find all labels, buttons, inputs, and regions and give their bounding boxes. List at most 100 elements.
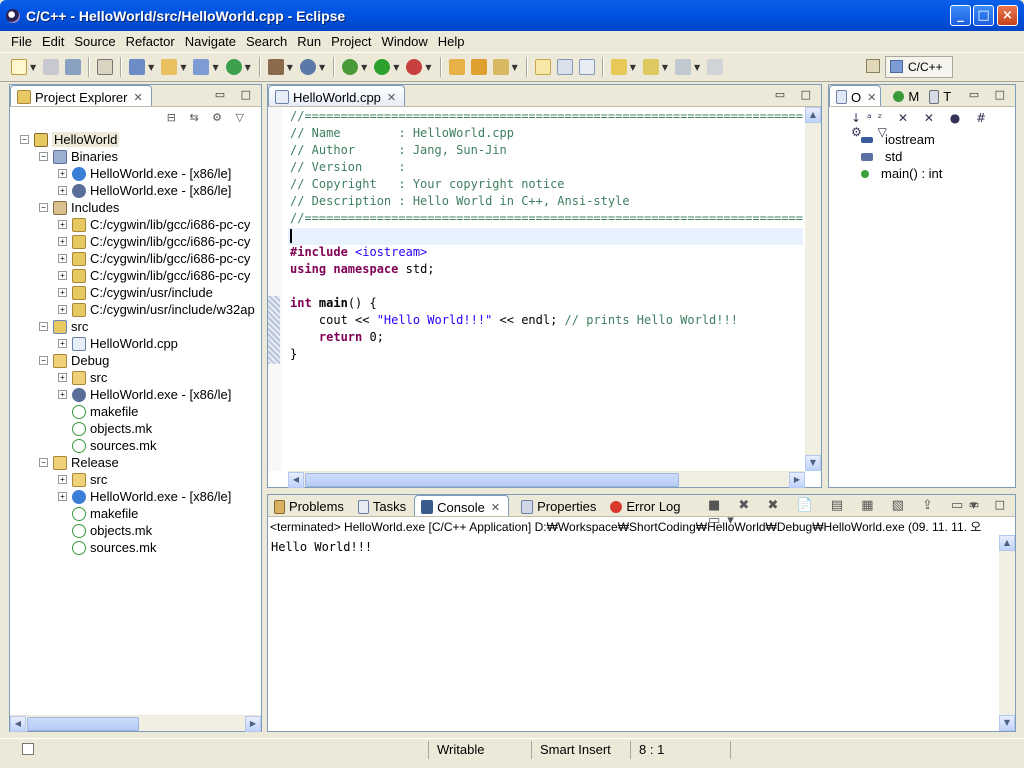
tree-item[interactable]: + HelloWorld.exe - [x86/le] bbox=[58, 386, 231, 403]
outline-min-max-icons[interactable]: ▭ □ bbox=[969, 88, 1011, 101]
tree-item[interactable]: makefile bbox=[58, 403, 138, 420]
tree-item[interactable]: + HelloWorld.exe - [x86/le] bbox=[58, 182, 231, 199]
run-icon[interactable] bbox=[374, 59, 391, 75]
editor-vscrollbar[interactable]: ▲ ▼ bbox=[805, 107, 821, 471]
print-icon[interactable] bbox=[65, 59, 82, 75]
menu-refactor[interactable]: Refactor bbox=[121, 34, 180, 49]
close-icon[interactable]: ✕ bbox=[387, 91, 396, 104]
explorer-hscrollbar[interactable]: ◀ ▶ bbox=[10, 715, 261, 732]
block-selection-icon[interactable] bbox=[556, 59, 573, 75]
close-icon[interactable]: ✕ bbox=[491, 501, 500, 514]
tree-item[interactable]: objects.mk bbox=[58, 420, 152, 437]
tree-item[interactable]: objects.mk bbox=[58, 522, 152, 539]
expand-icon[interactable]: + bbox=[58, 169, 67, 178]
expand-icon[interactable]: + bbox=[58, 339, 67, 348]
tree-item[interactable]: + src bbox=[58, 471, 107, 488]
collapse-icon[interactable]: − bbox=[39, 322, 48, 331]
tree-item[interactable]: + C:/cygwin/lib/gcc/i686-pc-cy bbox=[58, 250, 250, 267]
tree-item[interactable]: − Debug bbox=[39, 352, 109, 369]
tree-item[interactable]: sources.mk bbox=[58, 539, 156, 556]
tab-problems[interactable]: Problems bbox=[268, 495, 352, 516]
view-min-max-icons[interactable]: ▭ □ bbox=[215, 88, 257, 101]
expand-icon[interactable]: + bbox=[58, 186, 67, 195]
tab-error-log[interactable]: Error Log bbox=[604, 495, 688, 516]
expand-icon[interactable]: + bbox=[58, 492, 67, 501]
open-element-icon[interactable] bbox=[470, 59, 487, 75]
new-icon[interactable] bbox=[11, 59, 27, 75]
collapse-icon[interactable]: − bbox=[20, 135, 29, 144]
code-editor[interactable]: //======================================… bbox=[288, 108, 803, 471]
debug-icon[interactable] bbox=[342, 59, 359, 75]
external-tools-icon[interactable] bbox=[406, 59, 423, 75]
explorer-view-toolbar[interactable]: ⊟ ⇆ ⚙ ▽ bbox=[167, 111, 249, 124]
editor-hscrollbar[interactable]: ◀ ▶ bbox=[288, 471, 805, 488]
mark-occurrences-icon[interactable] bbox=[534, 59, 551, 75]
collapse-icon[interactable]: − bbox=[39, 458, 48, 467]
menu-project[interactable]: Project bbox=[326, 34, 376, 49]
tree-item[interactable]: + HelloWorld.cpp bbox=[58, 335, 178, 352]
collapse-icon[interactable]: − bbox=[39, 203, 48, 212]
close-window-button[interactable]: × bbox=[997, 5, 1018, 26]
collapse-icon[interactable]: − bbox=[39, 356, 48, 365]
tree-item[interactable]: − HelloWorld bbox=[20, 131, 120, 148]
build-config-icon[interactable] bbox=[299, 59, 316, 75]
new-source-folder-icon[interactable] bbox=[161, 59, 178, 75]
tree-item[interactable]: − Release bbox=[39, 454, 119, 471]
fast-view-icon[interactable] bbox=[22, 743, 34, 755]
console-output[interactable]: Hello World!!! bbox=[271, 540, 372, 554]
tab-console[interactable]: Console ✕ bbox=[414, 495, 510, 516]
menu-help[interactable]: Help bbox=[433, 34, 470, 49]
build-all-icon[interactable] bbox=[97, 59, 114, 75]
expand-icon[interactable]: + bbox=[58, 220, 67, 229]
tree-item[interactable]: + HelloWorld.exe - [x86/le] bbox=[58, 165, 231, 182]
menu-search[interactable]: Search bbox=[241, 34, 292, 49]
tab-project-explorer[interactable]: Project Explorer ✕ bbox=[10, 85, 152, 106]
new-element-icon[interactable] bbox=[225, 59, 242, 75]
menu-edit[interactable]: Edit bbox=[37, 34, 69, 49]
menu-navigate[interactable]: Navigate bbox=[180, 34, 241, 49]
new-cpp-project-icon[interactable] bbox=[129, 59, 146, 75]
new-dropdown-icon[interactable]: ▼ bbox=[30, 63, 36, 72]
tab-hello-world-cpp[interactable]: HelloWorld.cpp ✕ bbox=[268, 85, 406, 106]
show-whitespace-icon[interactable] bbox=[578, 59, 595, 75]
forward-icon[interactable] bbox=[707, 59, 724, 75]
perspective-cpp-button[interactable]: C/C++ bbox=[885, 56, 953, 78]
tree-item[interactable]: makefile bbox=[58, 505, 138, 522]
maximize-button[interactable]: □ bbox=[973, 5, 994, 26]
tree-item[interactable]: + C:/cygwin/lib/gcc/i686-pc-cy bbox=[58, 267, 250, 284]
editor-min-max-icons[interactable]: ▭ □ bbox=[775, 88, 817, 101]
expand-icon[interactable]: + bbox=[58, 390, 67, 399]
next-annotation-icon[interactable] bbox=[610, 59, 627, 75]
close-icon[interactable]: ✕ bbox=[867, 91, 876, 104]
open-type-icon[interactable] bbox=[448, 59, 465, 75]
tab-type-hierarchy[interactable]: T bbox=[923, 85, 955, 106]
outline-item[interactable]: std bbox=[861, 148, 902, 165]
tab-outline[interactable]: O ✕ bbox=[829, 85, 882, 106]
expand-icon[interactable]: + bbox=[58, 305, 67, 314]
tree-item[interactable]: + C:/cygwin/lib/gcc/i686-pc-cy bbox=[58, 233, 250, 250]
outline-item[interactable]: main() : int bbox=[861, 165, 942, 182]
tree-item[interactable]: sources.mk bbox=[58, 437, 156, 454]
menu-window[interactable]: Window bbox=[377, 34, 433, 49]
expand-icon[interactable]: + bbox=[58, 288, 67, 297]
expand-icon[interactable]: + bbox=[58, 271, 67, 280]
open-perspective-icon[interactable] bbox=[866, 59, 880, 73]
tree-item[interactable]: − src bbox=[39, 318, 88, 335]
tree-item[interactable]: − Binaries bbox=[39, 148, 118, 165]
tree-item[interactable]: + C:/cygwin/usr/include bbox=[58, 284, 213, 301]
console-vscrollbar[interactable]: ▲ ▼ bbox=[999, 535, 1015, 731]
close-icon[interactable]: ✕ bbox=[133, 91, 142, 104]
tree-item[interactable]: + C:/cygwin/lib/gcc/i686-pc-cy bbox=[58, 216, 250, 233]
tree-item[interactable]: + src bbox=[58, 369, 107, 386]
build-hammer-icon[interactable] bbox=[267, 59, 284, 75]
new-class-icon[interactable] bbox=[193, 59, 210, 75]
menu-source[interactable]: Source bbox=[69, 34, 120, 49]
collapse-icon[interactable]: − bbox=[39, 152, 48, 161]
expand-icon[interactable]: + bbox=[58, 254, 67, 263]
tree-item[interactable]: + C:/cygwin/usr/include/w32ap bbox=[58, 301, 255, 318]
tree-item[interactable]: + HelloWorld.exe - [x86/le] bbox=[58, 488, 231, 505]
expand-icon[interactable]: + bbox=[58, 373, 67, 382]
prev-annotation-icon[interactable] bbox=[642, 59, 659, 75]
expand-icon[interactable]: + bbox=[58, 237, 67, 246]
minimize-button[interactable]: _ bbox=[950, 5, 971, 26]
